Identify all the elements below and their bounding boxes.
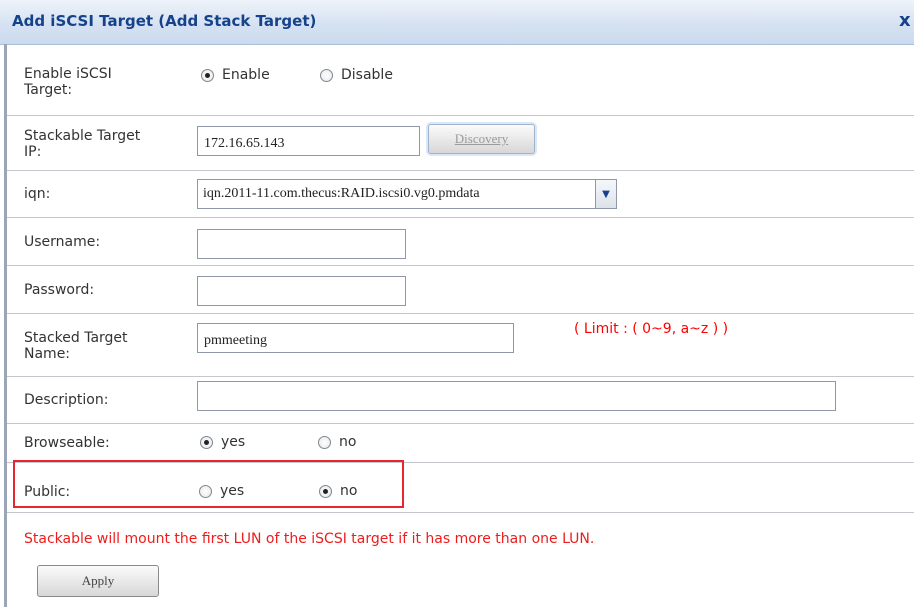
radio-selected-icon[interactable] (201, 68, 214, 82)
row-iqn: iqn: iqn.2011-11.com.thecus:RAID.iscsi0.… (7, 170, 914, 218)
username-label: Username: (24, 234, 101, 250)
password-label: Password: (24, 282, 95, 298)
stacked-name-label-line2: Name: (24, 346, 71, 362)
row-enable-iscsi: Enable iSCSI Target: Enable Disable (7, 44, 914, 116)
close-icon[interactable]: x (899, 10, 914, 32)
row-description: Description: (7, 376, 914, 424)
browseable-yes-radio[interactable]: yes (200, 434, 245, 450)
iqn-label: iqn: (24, 186, 51, 202)
browseable-no-radio[interactable]: no (318, 434, 356, 450)
dialog-title: Add iSCSI Target (Add Stack Target) (12, 12, 317, 30)
discovery-button[interactable]: Discovery (428, 124, 535, 154)
browseable-no-label: no (339, 434, 357, 450)
enable-radio-label: Enable (222, 67, 270, 83)
iqn-select[interactable]: iqn.2011-11.com.thecus:RAID.iscsi0.vg0.p… (197, 179, 617, 209)
apply-button[interactable]: Apply (37, 565, 159, 597)
description-input[interactable] (197, 381, 836, 411)
target-ip-input[interactable] (197, 126, 420, 156)
target-ip-label: Stackable Target IP: (24, 128, 140, 160)
target-ip-label-line1: Stackable Target (24, 128, 141, 144)
disable-radio[interactable]: Disable (320, 67, 393, 83)
row-password: Password: (7, 265, 914, 314)
description-label: Description: (24, 392, 109, 408)
enable-iscsi-label-line1: Enable iSCSI (24, 66, 112, 82)
target-ip-label-line2: IP: (24, 144, 42, 160)
add-stack-target-form: Enable iSCSI Target: Enable Disable Stac… (7, 44, 914, 607)
lun-mount-note: Stackable will mount the first LUN of th… (24, 531, 595, 547)
enable-iscsi-label: Enable iSCSI Target: (24, 66, 112, 98)
disable-radio-label: Disable (341, 67, 393, 83)
chevron-down-icon[interactable]: ▼ (595, 180, 616, 208)
radio-unselected-icon[interactable] (318, 435, 331, 449)
password-input[interactable] (197, 276, 406, 306)
row-username: Username: (7, 217, 914, 266)
radio-selected-icon[interactable] (200, 435, 213, 449)
stacked-name-input[interactable] (197, 323, 514, 353)
dialog-titlebar: Add iSCSI Target (Add Stack Target) x (0, 0, 914, 45)
browseable-label: Browseable: (24, 435, 110, 451)
public-highlight-box (13, 460, 404, 508)
stacked-name-label: Stacked Target Name: (24, 330, 128, 362)
radio-unselected-icon[interactable] (320, 68, 333, 82)
stacked-name-label-line1: Stacked Target (24, 330, 128, 346)
iqn-selected-value: iqn.2011-11.com.thecus:RAID.iscsi0.vg0.p… (203, 186, 480, 201)
row-stacked-name: Stacked Target Name: ( Limit : ( 0~9, a~… (7, 313, 914, 377)
browseable-yes-label: yes (221, 434, 246, 450)
username-input[interactable] (197, 229, 406, 259)
limit-hint: ( Limit : ( 0~9, a~z ) ) (574, 321, 729, 337)
enable-radio[interactable]: Enable (201, 67, 270, 83)
enable-iscsi-label-line2: Target: (24, 82, 73, 98)
row-browseable: Browseable: yes no (7, 423, 914, 463)
row-target-ip: Stackable Target IP: Discovery (7, 115, 914, 171)
